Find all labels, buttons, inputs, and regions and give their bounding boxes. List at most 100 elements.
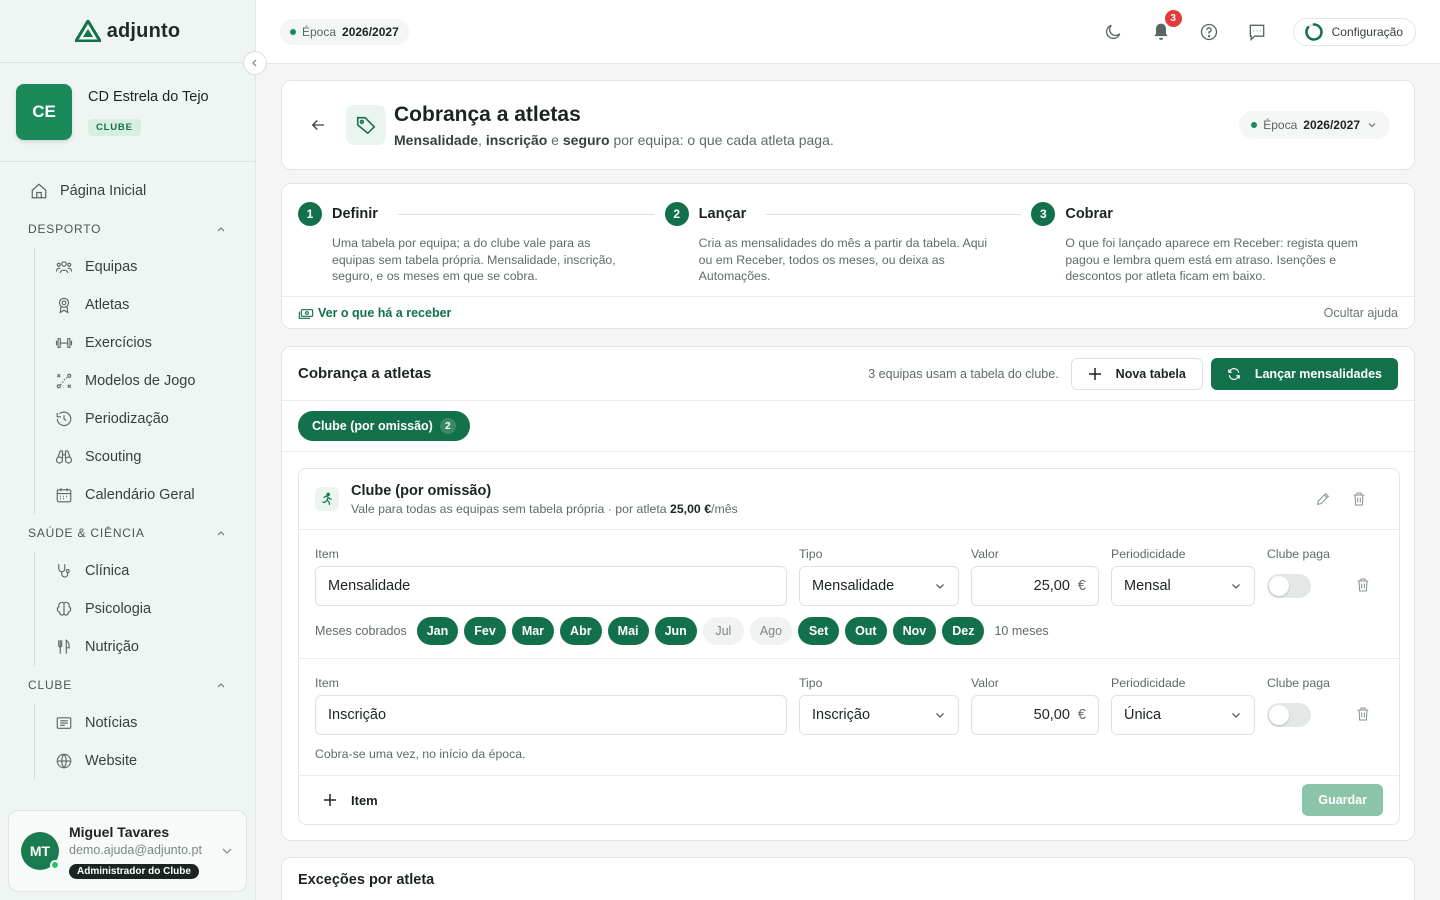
configuration-button[interactable]: Configuração — [1292, 17, 1416, 46]
month-toggle-dez[interactable]: Dez — [942, 617, 985, 645]
page-subtitle: Mensalidade, inscrição e seguro por equi… — [394, 132, 834, 148]
sidebar-item-psicologia[interactable]: Psicologia — [35, 590, 255, 628]
month-toggle-nov[interactable]: Nov — [892, 617, 937, 645]
brand-logo[interactable]: adjunto — [0, 0, 255, 62]
help-circle-icon — [1200, 23, 1217, 40]
page-icon-box — [346, 105, 386, 145]
type-label: Tipo — [799, 676, 823, 690]
fee-item-row: Item Mensalidade Tipo Mensalidade Valor … — [299, 530, 1399, 659]
save-button[interactable]: Guardar — [1302, 784, 1383, 816]
sidebar-item-clinica[interactable]: Clínica — [35, 552, 255, 590]
type-select[interactable]: Mensalidade — [799, 566, 959, 606]
view-receivables-link[interactable]: Ver o que há a receber — [298, 306, 451, 320]
globe-icon — [56, 753, 72, 769]
month-toggle-set[interactable]: Set — [798, 617, 840, 645]
step-definir: 1 Definir Uma tabela por equipa; a do cl… — [298, 202, 665, 296]
table-icon-box — [315, 487, 339, 511]
billing-section: Cobrança a atletas 3 equipas usam a tabe… — [281, 346, 1415, 841]
club-pays-toggle[interactable] — [1267, 574, 1311, 598]
sidebar-item-scouting[interactable]: Scouting — [35, 438, 255, 476]
season-select[interactable]: Época 2026/2027 — [1239, 111, 1390, 139]
page-title: Cobrança a atletas — [394, 102, 581, 126]
sidebar-item-nutricao[interactable]: Nutrição — [35, 628, 255, 666]
chevron-down-icon — [222, 848, 232, 854]
hide-help-link[interactable]: Ocultar ajuda — [1324, 306, 1398, 320]
subtitle-part: inscrição — [485, 131, 548, 148]
sidebar-item-home[interactable]: Página Inicial — [0, 172, 255, 210]
binoculars-icon — [55, 450, 73, 464]
sidebar-item-equipas[interactable]: Equipas — [35, 248, 255, 286]
delete-table-button[interactable] — [1351, 491, 1367, 507]
club-card[interactable]: CE CD Estrela do Tejo CLUBE — [0, 63, 255, 161]
type-select[interactable]: Inscrição — [799, 695, 959, 735]
collapse-sidebar-button[interactable] — [243, 51, 267, 75]
value-label: Valor — [971, 676, 999, 690]
back-button[interactable] — [306, 113, 330, 137]
month-toggle-abr[interactable]: Abr — [560, 617, 602, 645]
sidebar-item-label: Psicologia — [85, 601, 152, 617]
tab-count-badge: 2 — [439, 418, 456, 434]
step-title: Definir — [332, 206, 378, 222]
sidebar-item-noticias[interactable]: Notícias — [35, 704, 255, 742]
month-toggle-ago[interactable]: Ago — [749, 617, 793, 645]
month-toggle-mai[interactable]: Mai — [607, 617, 649, 645]
exceptions-section: Exceções por atleta — [281, 857, 1415, 900]
sidebar-item-calendario-geral[interactable]: Calendário Geral — [35, 476, 255, 514]
user-menu[interactable]: MT Miguel Tavares demo.ajuda@adjunto.pt … — [8, 810, 247, 892]
item-label: Item — [315, 547, 339, 561]
step-connector — [397, 213, 655, 215]
month-toggle-mar[interactable]: Mar — [511, 617, 555, 645]
item-name-input[interactable]: Mensalidade — [315, 566, 787, 606]
launch-fees-button[interactable]: Lançar mensalidades — [1210, 357, 1398, 390]
value-label: Valor — [971, 547, 999, 561]
month-toggle-jul[interactable]: Jul — [702, 617, 744, 645]
sidebar-section-saude-ciencia[interactable]: SAÚDE & CIÊNCIA — [0, 514, 255, 552]
brain-icon — [56, 601, 72, 616]
month-toggle-jan[interactable]: Jan — [416, 617, 459, 645]
notifications-button[interactable]: 3 — [1149, 9, 1182, 44]
value-input[interactable]: 25,00 € — [971, 566, 1099, 606]
money-icon — [298, 309, 314, 319]
theme-toggle-button[interactable] — [1101, 20, 1125, 44]
value-input[interactable]: 50,00 € — [971, 695, 1099, 735]
tag-icon — [356, 116, 376, 135]
sidebar-item-modelos-de-jogo[interactable]: Modelos de Jogo — [35, 362, 255, 400]
runner-icon — [322, 492, 332, 505]
top-bar: Época 2026/2027 3 Configuração — [256, 0, 1440, 64]
input-value: Inscrição — [328, 707, 387, 723]
sidebar-item-atletas[interactable]: Atletas — [35, 286, 255, 324]
season-value: 2026/2027 — [342, 24, 399, 39]
month-toggle-jun[interactable]: Jun — [654, 617, 697, 645]
moon-icon — [1105, 24, 1120, 39]
tab-club-default[interactable]: Clube (por omissão) 2 — [298, 411, 470, 441]
section-title: SAÚDE & CIÊNCIA — [28, 526, 145, 540]
delete-item-button[interactable] — [1355, 577, 1371, 593]
period-select[interactable]: Mensal — [1111, 566, 1255, 606]
sidebar-item-label: Calendário Geral — [85, 487, 195, 503]
sidebar-item-label: Modelos de Jogo — [85, 373, 196, 389]
club-pays-label: Clube paga — [1267, 676, 1330, 690]
new-table-button[interactable]: Nova tabela — [1070, 357, 1203, 390]
message-icon — [1249, 24, 1264, 41]
delete-item-button[interactable] — [1355, 706, 1371, 722]
item-name-input[interactable]: Inscrição — [315, 695, 787, 735]
period-label: Periodicidade — [1111, 547, 1186, 561]
sidebar-section-clube[interactable]: CLUBE — [0, 666, 255, 704]
add-item-button[interactable]: Item — [323, 793, 378, 808]
messages-button[interactable] — [1245, 20, 1269, 44]
period-select[interactable]: Única — [1111, 695, 1255, 735]
help-button[interactable] — [1197, 20, 1221, 44]
sidebar-group-saude: Clínica Psicologia Nutrição — [34, 552, 255, 666]
item-note: Cobra-se uma vez, no início da época. — [315, 747, 526, 761]
sidebar-item-website[interactable]: Website — [35, 742, 255, 780]
edit-table-button[interactable] — [1315, 491, 1331, 507]
sidebar-item-periodizacao[interactable]: Periodização — [35, 400, 255, 438]
sidebar-item-exercicios[interactable]: Exercícios — [35, 324, 255, 362]
season-indicator[interactable]: Época 2026/2027 — [280, 18, 409, 45]
club-pays-toggle[interactable] — [1267, 703, 1311, 727]
month-toggle-out[interactable]: Out — [845, 617, 887, 645]
month-toggle-fev[interactable]: Fev — [464, 617, 506, 645]
subtitle-part: seguro — [562, 131, 610, 148]
trash-icon — [1353, 492, 1365, 506]
sidebar-section-desporto[interactable]: DESPORTO — [0, 210, 255, 248]
